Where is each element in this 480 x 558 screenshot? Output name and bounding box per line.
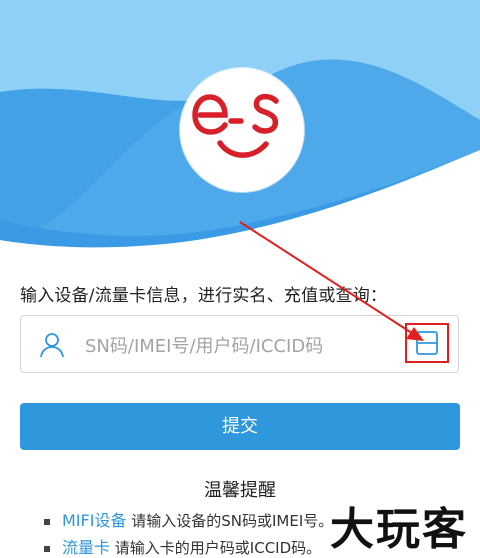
submit-button[interactable]: 提交 [20,403,460,450]
form-prompt: 输入设备/流量卡信息，进行实名、充值或查询： [20,286,388,306]
tip-item: MIFI设备 请输入设备的SN码或IMEI号。 [44,507,333,531]
scan-button[interactable] [405,323,451,365]
search-input[interactable] [83,328,407,364]
tip-item: 流量卡 请输入卡的用户码或ICCID码。 [44,534,321,558]
tip-link-mifi[interactable]: MIFI设备 [62,511,126,530]
watermark: 大玩客 [330,504,468,555]
bullet [44,545,50,552]
logo [180,68,304,192]
user-icon [40,333,64,358]
es-logo-icon [192,93,279,158]
search-field[interactable] [20,315,459,373]
bullet [44,518,50,525]
tip-link-sim[interactable]: 流量卡 [62,538,110,557]
tip-text: 请输入设备的SN码或IMEI号。 [131,512,334,530]
scan-icon [416,331,438,355]
tip-text: 请输入卡的用户码或ICCID码。 [114,539,322,557]
